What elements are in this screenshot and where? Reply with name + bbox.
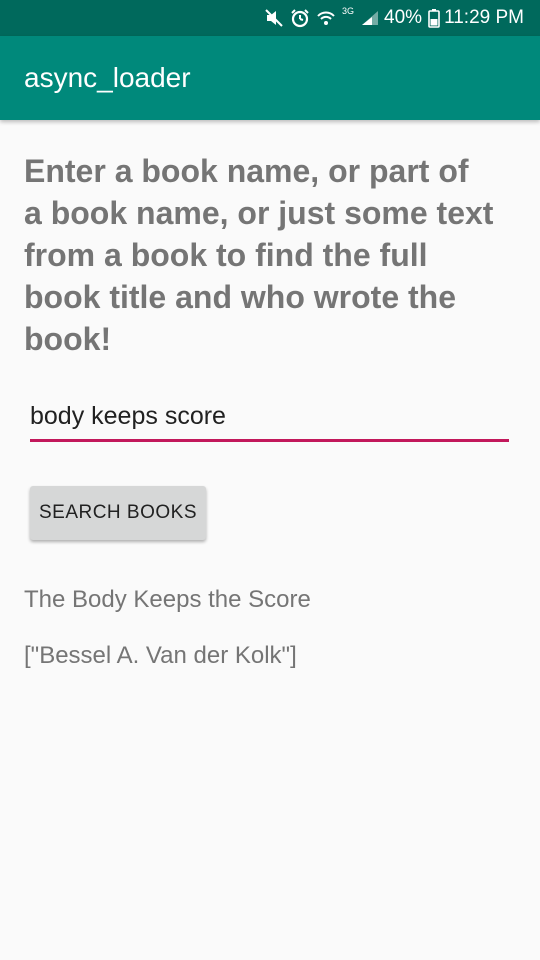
signal-icon: [360, 9, 380, 27]
battery-percent: 40%: [384, 7, 423, 28]
search-books-button[interactable]: SEARCH BOOKS: [30, 486, 206, 540]
app-title: async_loader: [24, 62, 191, 93]
battery-icon: [428, 8, 440, 28]
clock: 11:29 PM: [444, 7, 524, 28]
wifi-icon: [316, 8, 336, 28]
result-book-author: ["Bessel A. Van der Kolk"]: [24, 642, 297, 669]
alarm-icon: [290, 8, 310, 28]
app-bar: async_loader: [0, 36, 540, 120]
main-content: Enter a book name, or part of a book nam…: [24, 150, 516, 670]
network-type-icon: 3G: [342, 6, 355, 16]
result-book-title: The Body Keeps the Score: [24, 586, 311, 613]
search-input[interactable]: [30, 402, 509, 439]
mute-icon: [264, 8, 284, 28]
instructions-text: Enter a book name, or part of a book nam…: [24, 153, 494, 357]
status-bar: 3G 40% 11:29 PM: [0, 0, 540, 36]
search-field-underline: [30, 402, 509, 442]
